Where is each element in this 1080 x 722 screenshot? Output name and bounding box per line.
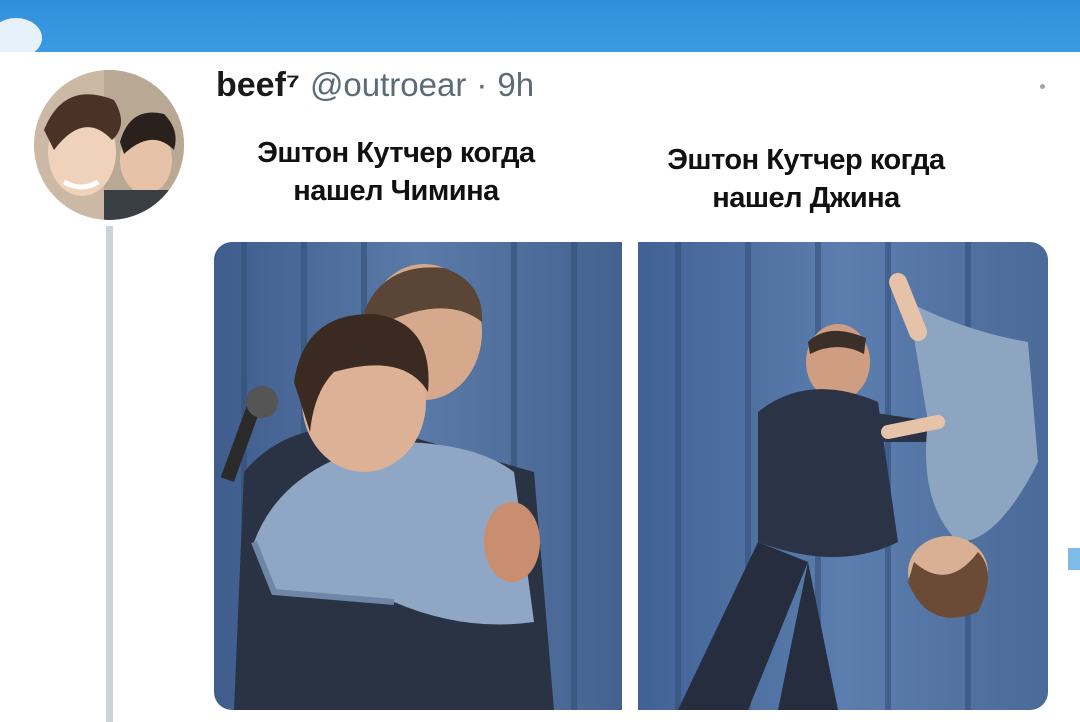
meme-caption-right: Эштон Кутчер когда нашел Джина (606, 141, 1006, 217)
avatar-photo (34, 70, 184, 220)
meme-caption-left: Эштон Кутчер когда нашел Чимина (196, 134, 596, 210)
display-name[interactable]: beef⁷ (216, 66, 300, 105)
caption-right-line-1: Эштон Кутчер когда (667, 144, 945, 176)
more-options-icon[interactable] (1040, 84, 1045, 89)
throw-photo (638, 242, 1048, 710)
user-handle[interactable]: @outroear (310, 66, 466, 104)
separator-dot: · (476, 66, 488, 103)
tweet-header: beef⁷ @outroear · 9h (216, 66, 534, 114)
caption-left-line-1: Эштон Кутчер когда (257, 137, 535, 169)
tweet-image-left[interactable] (214, 242, 622, 710)
app-top-bar (0, 0, 1080, 58)
thread-connector-line (106, 226, 113, 722)
tweet-timestamp[interactable]: 9h (497, 66, 534, 104)
caption-left-line-2: нашел Чимина (293, 175, 499, 207)
tweet-image-right[interactable] (638, 242, 1048, 710)
user-avatar[interactable] (34, 70, 184, 220)
scroll-edge-indicator (1068, 548, 1080, 570)
hug-photo (214, 242, 622, 710)
caption-right-line-2: нашел Джина (712, 182, 900, 214)
